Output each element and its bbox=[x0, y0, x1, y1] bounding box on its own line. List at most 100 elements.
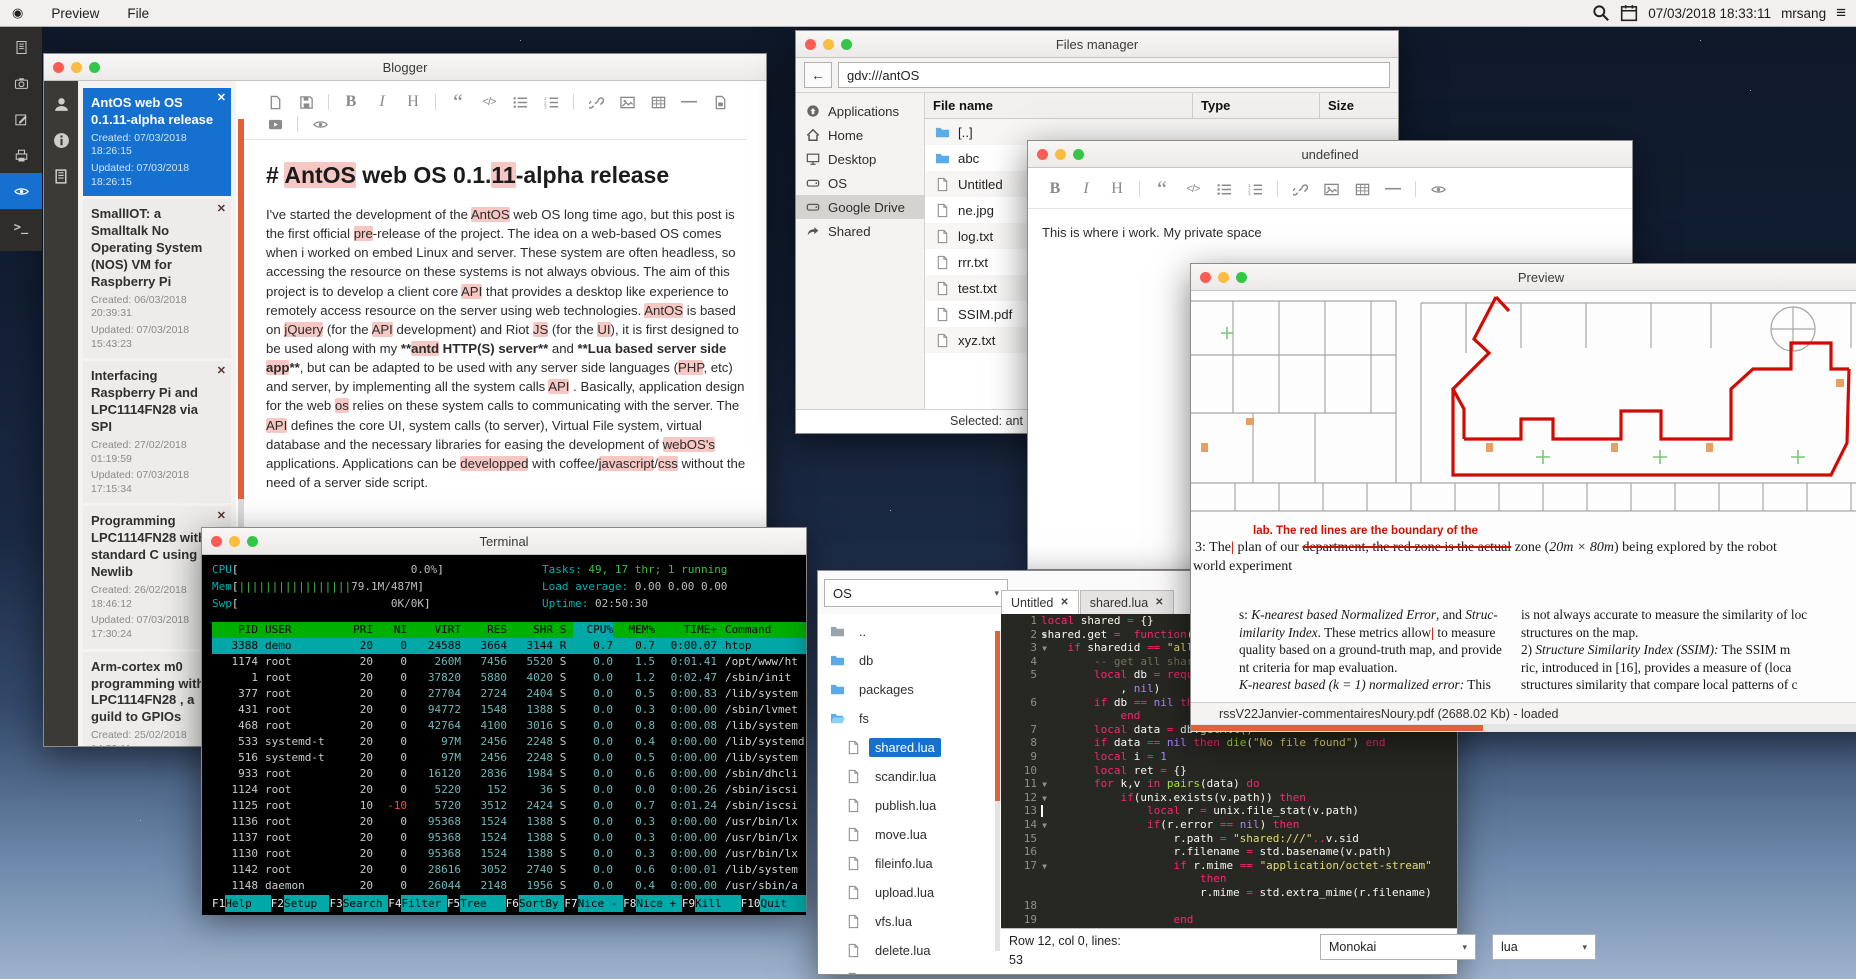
dock-item-journal-app[interactable] bbox=[0, 29, 42, 65]
process-row[interactable]: 533systemd-t20097M24562248S0.00.40:00.00… bbox=[212, 734, 806, 750]
user-icon[interactable] bbox=[52, 95, 70, 113]
tree-item-publish.lua[interactable]: publish.lua bbox=[818, 791, 1001, 820]
sidebar-item-google-drive[interactable]: Google Drive bbox=[796, 195, 924, 219]
ul-icon[interactable] bbox=[511, 93, 529, 111]
process-row[interactable]: 3388demo2002458836643144R0.70.70:00.07ht… bbox=[212, 638, 806, 654]
info-icon[interactable] bbox=[52, 131, 70, 149]
tree-item-packages[interactable]: packages bbox=[818, 675, 1001, 704]
minimize-button[interactable] bbox=[823, 39, 834, 50]
fkey-F9[interactable]: F9 bbox=[682, 895, 695, 912]
table-icon[interactable] bbox=[1353, 180, 1371, 198]
dock-item-camera-app[interactable] bbox=[0, 65, 42, 101]
scrollbar-thumb[interactable] bbox=[238, 119, 244, 499]
fkey-label[interactable]: SortBy bbox=[519, 895, 564, 912]
maximize-button[interactable] bbox=[1236, 272, 1247, 283]
blog-post-item[interactable]: Interfacing Raspberry Pi and LPC1114FN28… bbox=[83, 361, 231, 503]
fkey-label[interactable]: Kill bbox=[695, 895, 740, 912]
heading-icon[interactable]: H bbox=[1108, 180, 1126, 198]
fkey-label[interactable]: Quit bbox=[760, 895, 805, 912]
fkey-label[interactable]: Nice - bbox=[578, 895, 623, 912]
dock-item-printer-app[interactable] bbox=[0, 137, 42, 173]
process-row[interactable]: 1142root2002861630522740S0.00.60:00.01/l… bbox=[212, 862, 806, 878]
fkey-F1[interactable]: F1 bbox=[212, 895, 225, 912]
link-icon[interactable] bbox=[1291, 180, 1309, 198]
terminal-titlebar[interactable]: Terminal bbox=[202, 528, 806, 555]
path-input[interactable]: gdv:///antOS bbox=[838, 62, 1390, 88]
process-row[interactable]: 377root2002770427242404S0.00.50:00.83/li… bbox=[212, 686, 806, 702]
quote-icon[interactable]: “ bbox=[1153, 180, 1171, 198]
delete-post-icon[interactable]: ✕ bbox=[217, 364, 226, 377]
column-mem[interactable]: MEM% bbox=[613, 622, 655, 638]
fkey-F5[interactable]: F5 bbox=[447, 895, 460, 912]
eye-icon[interactable] bbox=[1429, 180, 1447, 198]
sidebar-item-desktop[interactable]: Desktop bbox=[796, 147, 924, 171]
search-icon[interactable] bbox=[1592, 4, 1610, 22]
process-row[interactable]: 1130root2009536815241388S0.00.30:00.00/u… bbox=[212, 846, 806, 862]
calendar-icon[interactable] bbox=[1620, 4, 1638, 22]
notes-titlebar[interactable]: undefined bbox=[1028, 141, 1632, 168]
process-row[interactable]: 1root2003782058804020S0.01.20:02.47/sbin… bbox=[212, 670, 806, 686]
column-user[interactable]: USER bbox=[258, 622, 345, 638]
tree-item-fs[interactable]: fs bbox=[818, 704, 1001, 733]
tree-item-vfs.lua[interactable]: vfs.lua bbox=[818, 907, 1001, 936]
column-ni[interactable]: NI bbox=[373, 622, 407, 638]
media-icon[interactable] bbox=[711, 93, 729, 111]
column-s[interactable]: S bbox=[553, 622, 573, 638]
back-button[interactable]: ← bbox=[804, 62, 832, 88]
pdf-page[interactable]: lab. The red lines are the boundary of t… bbox=[1191, 291, 1856, 702]
process-row[interactable]: 1137root2009536815241388S0.00.30:00.00/u… bbox=[212, 830, 806, 846]
bold-icon[interactable]: B bbox=[1046, 180, 1064, 198]
close-tab-icon[interactable]: ✕ bbox=[1060, 597, 1068, 608]
sidebar-item-applications[interactable]: Applications bbox=[796, 99, 924, 123]
minimize-button[interactable] bbox=[71, 62, 82, 73]
scrollbar-thumb[interactable] bbox=[1191, 725, 1483, 731]
tab-shared.lua[interactable]: shared.lua✕ bbox=[1080, 590, 1174, 614]
fkey-label[interactable]: Help bbox=[225, 895, 270, 912]
preview-titlebar[interactable]: Preview bbox=[1191, 264, 1856, 291]
image-icon[interactable] bbox=[618, 93, 636, 111]
fkey-F6[interactable]: F6 bbox=[506, 895, 519, 912]
fkey-label[interactable]: Search bbox=[343, 895, 388, 912]
delete-post-icon[interactable]: ✕ bbox=[217, 202, 226, 215]
fkey-label[interactable]: Nice + bbox=[636, 895, 681, 912]
delete-post-icon[interactable]: ✕ bbox=[217, 509, 226, 522]
process-row[interactable]: 516systemd-t20097M24562248S0.00.50:00.00… bbox=[212, 750, 806, 766]
files-table-header[interactable]: File name Type Size bbox=[925, 93, 1398, 119]
files-titlebar[interactable]: Files manager bbox=[796, 31, 1398, 58]
column-command[interactable]: Command bbox=[717, 622, 806, 638]
bold-icon[interactable]: B bbox=[342, 93, 360, 111]
fkey-label[interactable]: Filter bbox=[401, 895, 446, 912]
process-row[interactable]: 431root2009477215481388S0.00.30:00.00/sb… bbox=[212, 702, 806, 718]
close-tab-icon[interactable]: ✕ bbox=[1155, 597, 1163, 608]
doc-icon[interactable] bbox=[266, 93, 284, 111]
link-icon[interactable] bbox=[587, 93, 605, 111]
fkey-label[interactable]: Tree bbox=[460, 895, 505, 912]
sidebar-item-os[interactable]: OS bbox=[796, 171, 924, 195]
italic-icon[interactable]: I bbox=[1077, 180, 1095, 198]
close-button[interactable] bbox=[1037, 149, 1048, 160]
process-row[interactable]: 933root2001612028361984S0.00.60:00.00/sb… bbox=[212, 766, 806, 782]
fkey-F8[interactable]: F8 bbox=[623, 895, 636, 912]
fkey-F10[interactable]: F10 bbox=[741, 895, 761, 912]
journal-icon[interactable] bbox=[52, 167, 70, 185]
tree-item-delete.lua[interactable]: delete.lua bbox=[818, 936, 1001, 965]
blog-post-item[interactable]: AntOS web OS 0.1.11-alpha releaseCreated… bbox=[83, 88, 231, 196]
maximize-button[interactable] bbox=[247, 536, 258, 547]
column-cpu[interactable]: CPU% bbox=[573, 622, 613, 638]
maximize-button[interactable] bbox=[841, 39, 852, 50]
minimize-button[interactable] bbox=[229, 536, 240, 547]
ol-icon[interactable]: 123 bbox=[542, 93, 560, 111]
tree-scrollbar[interactable] bbox=[995, 631, 1000, 951]
italic-icon[interactable]: I bbox=[373, 93, 391, 111]
process-row[interactable]: 468root2004276441003016S0.00.80:00.08/li… bbox=[212, 718, 806, 734]
dock-item-blogger-app[interactable] bbox=[0, 101, 42, 137]
delete-post-icon[interactable]: ✕ bbox=[217, 91, 226, 104]
language-select[interactable]: lua▾ bbox=[1492, 934, 1596, 960]
tree-item-scandir.lua[interactable]: scandir.lua bbox=[818, 762, 1001, 791]
minimize-button[interactable] bbox=[1055, 149, 1066, 160]
process-row[interactable]: 1136root2009536815241388S0.00.30:00.00/u… bbox=[212, 814, 806, 830]
blogger-titlebar[interactable]: Blogger bbox=[44, 54, 766, 81]
menu-file[interactable]: File bbox=[113, 6, 163, 21]
maximize-button[interactable] bbox=[1073, 149, 1084, 160]
quote-icon[interactable]: “ bbox=[449, 93, 467, 111]
